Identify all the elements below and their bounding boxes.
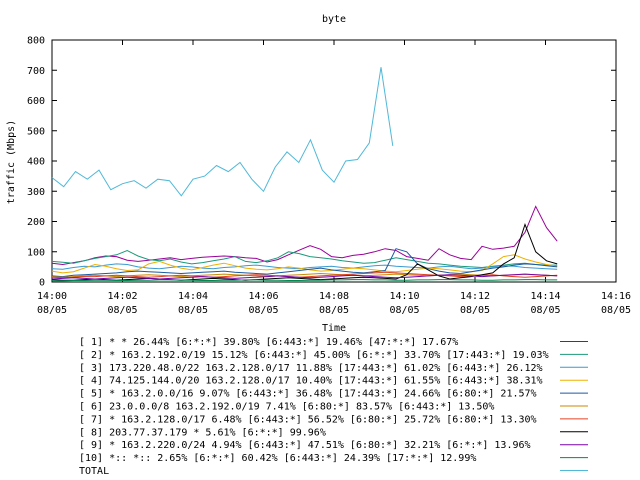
x-tick-time-label: 14:06 (248, 291, 278, 302)
x-axis-label: Time (322, 323, 346, 334)
x-tick-time-label: 14:12 (460, 291, 490, 302)
legend-entry-label: [ 5] * 163.2.0.0/16 9.07% [6:443:*] 36.4… (79, 389, 537, 400)
y-tick-label: 400 (27, 157, 45, 168)
legend-entry-label: [ 8] 203.77.37.179 * 5.61% [6:*:*] 99.96… (79, 427, 326, 438)
y-tick-label: 600 (27, 96, 45, 107)
y-tick-label: 200 (27, 217, 45, 228)
legend-entry-label: [ 9] * 163.2.220.0/24 4.94% [6:443:*] 47… (79, 440, 531, 451)
y-axis-label: traffic (Mbps) (6, 120, 17, 204)
y-tick-label: 700 (27, 66, 45, 77)
line-chart: byte traffic (Mbps) Time 0 100 200 300 400 50… (6, 14, 631, 477)
x-tick-time-label: 14:04 (178, 291, 208, 302)
x-tick-time-label: 14:00 (37, 291, 67, 302)
y-tick-label: 800 (27, 36, 45, 47)
x-tick-time-label: 14:16 (601, 291, 631, 302)
x-tick-date-label: 08/05 (389, 305, 419, 316)
x-tick-date-label: 08/05 (319, 305, 349, 316)
x-tick-date-label: 08/05 (601, 305, 631, 316)
legend-entry-label: [ 7] * 163.2.128.0/17 6.48% [6:443:*] 56… (79, 414, 537, 425)
legend-entry-label: [ 6] 23.0.0.0/8 163.2.192.0/19 7.41% [6:… (79, 402, 494, 413)
y-tick-label: 500 (27, 126, 45, 137)
x-tick-time-label: 14:14 (530, 291, 560, 302)
legend-entry-label: TOTAL (79, 466, 109, 477)
y-axis-ticks: 0 100 200 300 400 500 600 700 800 (27, 36, 616, 289)
series-lines (51, 67, 558, 282)
series-line-11 (51, 67, 394, 197)
legend-entry-label: [10] *:: *:: 2.65% [6:*:*] 60.42% [6:443… (79, 453, 476, 464)
legend-entry-label: [ 1] * * 26.44% [6:*:*] 39.80% [6:443:*]… (79, 337, 458, 348)
x-tick-date-label: 08/05 (37, 305, 67, 316)
x-tick-time-label: 14:02 (107, 291, 137, 302)
x-tick-date-label: 08/05 (107, 305, 137, 316)
y-tick-label: 0 (39, 278, 45, 289)
legend-entry-label: [ 2] * 163.2.192.0/19 15.12% [6:443:*] 4… (79, 350, 549, 361)
legend-entry-label: [ 4] 74.125.144.0/20 163.2.128.0/17 10.4… (79, 376, 543, 387)
y-tick-label: 300 (27, 187, 45, 198)
x-tick-time-label: 14:08 (319, 291, 349, 302)
series-line-1 (51, 205, 558, 266)
x-tick-date-label: 08/05 (248, 305, 278, 316)
x-tick-date-label: 08/05 (178, 305, 208, 316)
legend-entry-label: [ 3] 173.220.48.0/22 163.2.128.0/17 11.8… (79, 363, 543, 374)
x-tick-time-label: 14:10 (389, 291, 419, 302)
series-line-3 (51, 263, 558, 270)
x-tick-date-label: 08/05 (460, 305, 490, 316)
chart-title: byte (322, 14, 346, 25)
x-tick-date-label: 08/05 (530, 305, 560, 316)
plot-area-frame (51, 39, 617, 283)
series-line-5 (51, 248, 558, 278)
y-tick-label: 100 (27, 247, 45, 258)
legend: [ 1] * * 26.44% [6:*:*] 39.80% [6:443:*]… (79, 337, 588, 477)
